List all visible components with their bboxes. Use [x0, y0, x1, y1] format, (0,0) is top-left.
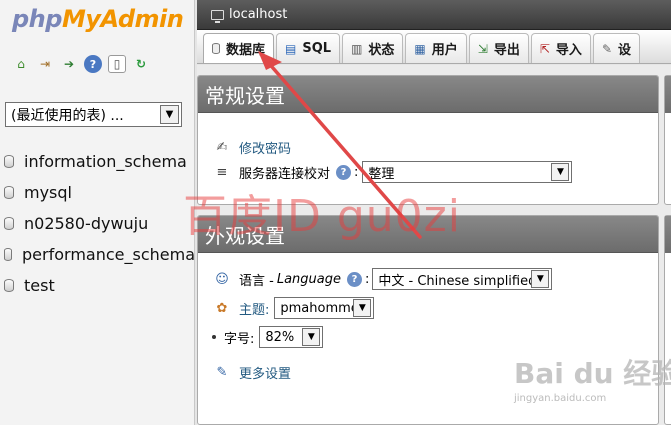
chevron-down-icon[interactable]: ▼	[302, 328, 321, 346]
database-list: information_schema mysql n02580-dywuju p…	[0, 146, 195, 301]
chevron-down-icon[interactable]: ▼	[160, 105, 179, 124]
colon: :	[354, 164, 359, 180]
database-name[interactable]: information_schema	[24, 152, 187, 171]
phpmyadmin-logo[interactable]: phpMyAdmin	[12, 5, 184, 33]
side-panel-top	[664, 75, 671, 205]
collation-label: 服务器连接校对	[239, 166, 331, 182]
palette-icon: ✿	[216, 300, 228, 316]
home-icon[interactable]: ⌂	[12, 55, 30, 73]
language-label: 语言 -	[239, 273, 274, 289]
database-icon	[4, 155, 14, 168]
database-name[interactable]: n02580-dywuju	[24, 214, 148, 233]
tab-export[interactable]: ⇲ 导出	[468, 33, 529, 63]
tab-label: SQL	[302, 41, 332, 56]
logo-my: My	[61, 5, 101, 33]
language-select[interactable]: 中文 - Chinese simplified ▼	[372, 268, 553, 290]
tab-label: 导入	[555, 43, 582, 58]
side-panel-bottom	[664, 215, 671, 425]
collation-value: 整理	[368, 166, 395, 182]
database-name[interactable]: mysql	[24, 183, 72, 202]
fontsize-select[interactable]: 82% ▼	[259, 326, 324, 348]
tab-label: 导出	[493, 43, 520, 58]
baidu-jingyan-logo: Bai du 经验	[514, 357, 671, 390]
logout-icon[interactable]: ⇥	[36, 55, 54, 73]
tab-import[interactable]: ⇱ 导入	[530, 33, 591, 63]
server-icon	[211, 9, 224, 23]
wiki-icon[interactable]: ▯	[108, 55, 126, 73]
help-icon[interactable]: ?	[336, 164, 352, 180]
recent-tables-select[interactable]: (最近使用的表) ... ▼	[5, 102, 182, 127]
status-icon: ▥	[351, 41, 363, 56]
more-settings-row: ✎ 更多设置	[214, 363, 291, 382]
import-icon: ⇱	[539, 41, 550, 56]
bullet	[212, 335, 216, 339]
more-settings-link[interactable]: 更多设置	[239, 363, 291, 382]
baidu-jingyan-url: jingyan.baidu.com	[514, 393, 607, 404]
query-window-icon[interactable]: ➔	[60, 55, 78, 73]
database-icon	[4, 248, 13, 261]
tab-label: 设	[618, 43, 632, 58]
database-name[interactable]: performance_schema	[22, 245, 195, 264]
language-label-en: Language	[276, 271, 341, 287]
docs-icon[interactable]: ?	[84, 55, 102, 73]
tab-label: 数据库	[226, 43, 266, 58]
logo-admin: Admin	[100, 5, 184, 33]
database-icon	[4, 217, 14, 230]
watermark-text: 百度ID gu0zi	[183, 191, 461, 242]
fontsize-label: 字号:	[224, 331, 255, 347]
theme-row: ✿ 主题: pmahomme ▼	[214, 297, 375, 319]
fontsize-row: 字号: 82% ▼	[200, 326, 324, 348]
recent-tables-value: (最近使用的表) ...	[11, 107, 124, 124]
database-item[interactable]: mysql	[0, 177, 195, 208]
tab-label: 状态	[368, 43, 395, 58]
database-name[interactable]: test	[24, 276, 55, 295]
wrench-icon: ✎	[601, 41, 612, 56]
colon: :	[364, 271, 370, 287]
tab-databases[interactable]: 数据库	[203, 33, 275, 63]
change-password-link[interactable]: 修改密码	[239, 138, 291, 157]
database-item[interactable]: test	[0, 270, 195, 301]
database-icon	[4, 279, 14, 292]
users-icon: ▦	[414, 41, 426, 56]
database-item[interactable]: information_schema	[0, 146, 195, 177]
tab-settings[interactable]: ✎ 设	[592, 33, 641, 63]
chevron-down-icon[interactable]: ▼	[353, 299, 372, 317]
sql-icon: ▤	[285, 41, 297, 56]
help-icon[interactable]: ?	[346, 271, 362, 287]
chevron-down-icon[interactable]: ▼	[531, 270, 550, 288]
fontsize-value: 82%	[265, 329, 295, 345]
chevron-down-icon[interactable]: ▼	[551, 163, 570, 181]
export-icon: ⇲	[477, 41, 488, 56]
tab-label: 用户	[431, 43, 458, 58]
navigation-panel: phpMyAdmin ⌂ ⇥ ➔ ? ▯ ↻ (最近使用的表) ... ▼ in…	[0, 0, 195, 425]
database-icon	[212, 43, 220, 54]
database-icon	[4, 186, 14, 199]
nav-icon-bar: ⌂ ⇥ ➔ ? ▯ ↻	[12, 55, 150, 73]
list-icon: ≡	[216, 164, 228, 180]
language-row: ☺ 语言 - Language ? : 中文 - Chinese simplif…	[214, 268, 553, 290]
language-icon: ☺	[215, 271, 229, 287]
theme-link[interactable]: 主题:	[239, 299, 269, 318]
top-menu-tabs: 数据库 ▤ SQL ▥ 状态 ▦ 用户 ⇲ 导出 ⇱ 导入 ✎ 设	[197, 30, 671, 64]
reload-icon[interactable]: ↻	[132, 55, 150, 73]
theme-value: pmahomme	[280, 300, 359, 316]
theme-select[interactable]: pmahomme ▼	[274, 297, 375, 319]
database-item[interactable]: n02580-dywuju	[0, 208, 195, 239]
tab-users[interactable]: ▦ 用户	[405, 33, 467, 63]
wrench-icon: ✎	[216, 365, 228, 380]
tab-status[interactable]: ▥ 状态	[342, 33, 404, 63]
server-breadcrumb-bar: localhost	[197, 0, 671, 30]
language-value: 中文 - Chinese simplified	[378, 273, 537, 289]
database-item[interactable]: performance_schema	[0, 239, 195, 270]
change-password-row: ✍ 修改密码	[214, 138, 291, 157]
key-icon: ✍	[216, 140, 228, 155]
general-settings-title: 常规设置	[198, 76, 658, 113]
tab-sql[interactable]: ▤ SQL	[276, 33, 341, 63]
server-name[interactable]: localhost	[229, 7, 287, 22]
logo-php: php	[12, 5, 62, 33]
